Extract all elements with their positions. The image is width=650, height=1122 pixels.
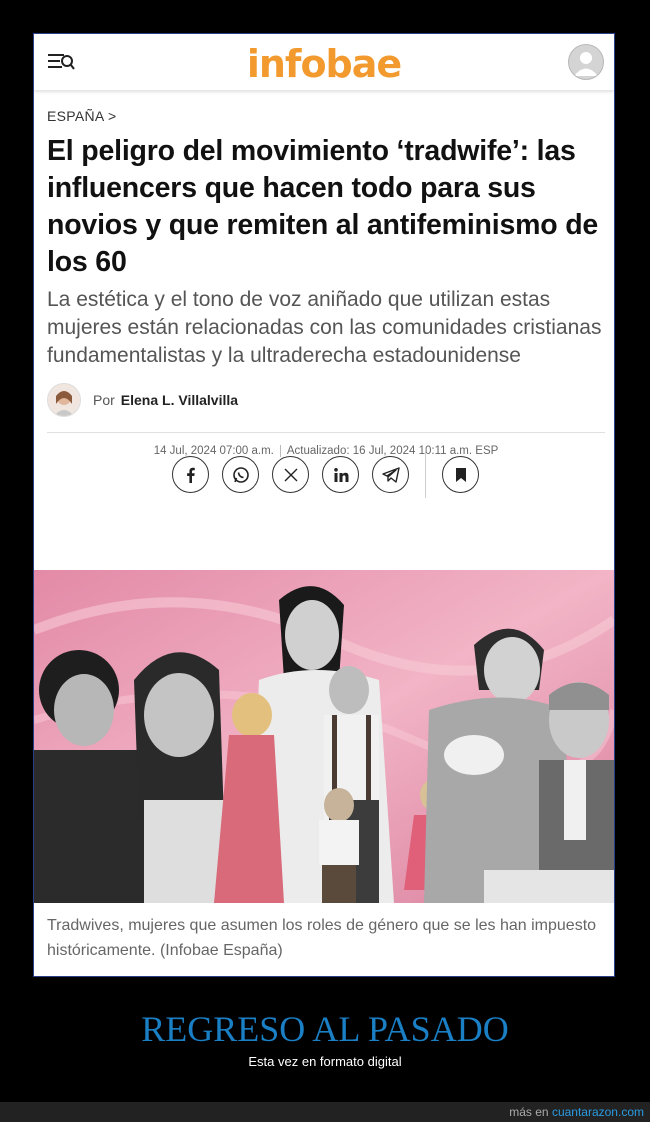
x-icon[interactable] <box>272 456 309 493</box>
footer-link[interactable]: cuantarazon.com <box>552 1105 644 1119</box>
bookmark-icon[interactable] <box>442 456 479 493</box>
footer-prefix: más en <box>509 1105 549 1119</box>
article-headline: El peligro del movimiento ‘tradwife’: la… <box>47 135 599 278</box>
facebook-icon[interactable] <box>172 456 209 493</box>
image-caption: Tradwives, mujeres que asumen los roles … <box>47 917 597 959</box>
author-name[interactable]: Elena L. Villalvilla <box>121 392 238 408</box>
site-header: infobae <box>34 34 614 90</box>
author-avatar[interactable] <box>47 383 81 417</box>
section-breadcrumb[interactable]: ESPAÑA > <box>47 108 605 124</box>
linkedin-icon[interactable] <box>322 456 359 493</box>
site-footer: más en cuantarazon.com <box>0 1102 650 1122</box>
article-deck: La estética y el tono de voz aniñado que… <box>47 288 602 367</box>
article-screenshot-frame: infobae ESPAÑA > El peligro del movimien… <box>33 33 615 977</box>
hero-image <box>34 570 614 903</box>
telegram-icon[interactable] <box>372 456 409 493</box>
author-line: Por Elena L. Villalvilla <box>47 380 605 433</box>
site-logo[interactable]: infobae <box>34 42 614 86</box>
whatsapp-icon[interactable] <box>222 456 259 493</box>
user-avatar-icon[interactable] <box>568 44 604 80</box>
promo-title: REGRESO AL PASADO <box>141 1009 509 1049</box>
author-prefix: Por <box>93 392 115 408</box>
share-bar <box>34 444 614 504</box>
share-divider <box>425 448 426 498</box>
promo-subtitle: Esta vez en formato digital <box>248 1054 402 1069</box>
article-content: ESPAÑA > El peligro del movimiento ‘trad… <box>47 90 605 457</box>
footer-text: más en cuantarazon.com <box>509 1105 644 1119</box>
